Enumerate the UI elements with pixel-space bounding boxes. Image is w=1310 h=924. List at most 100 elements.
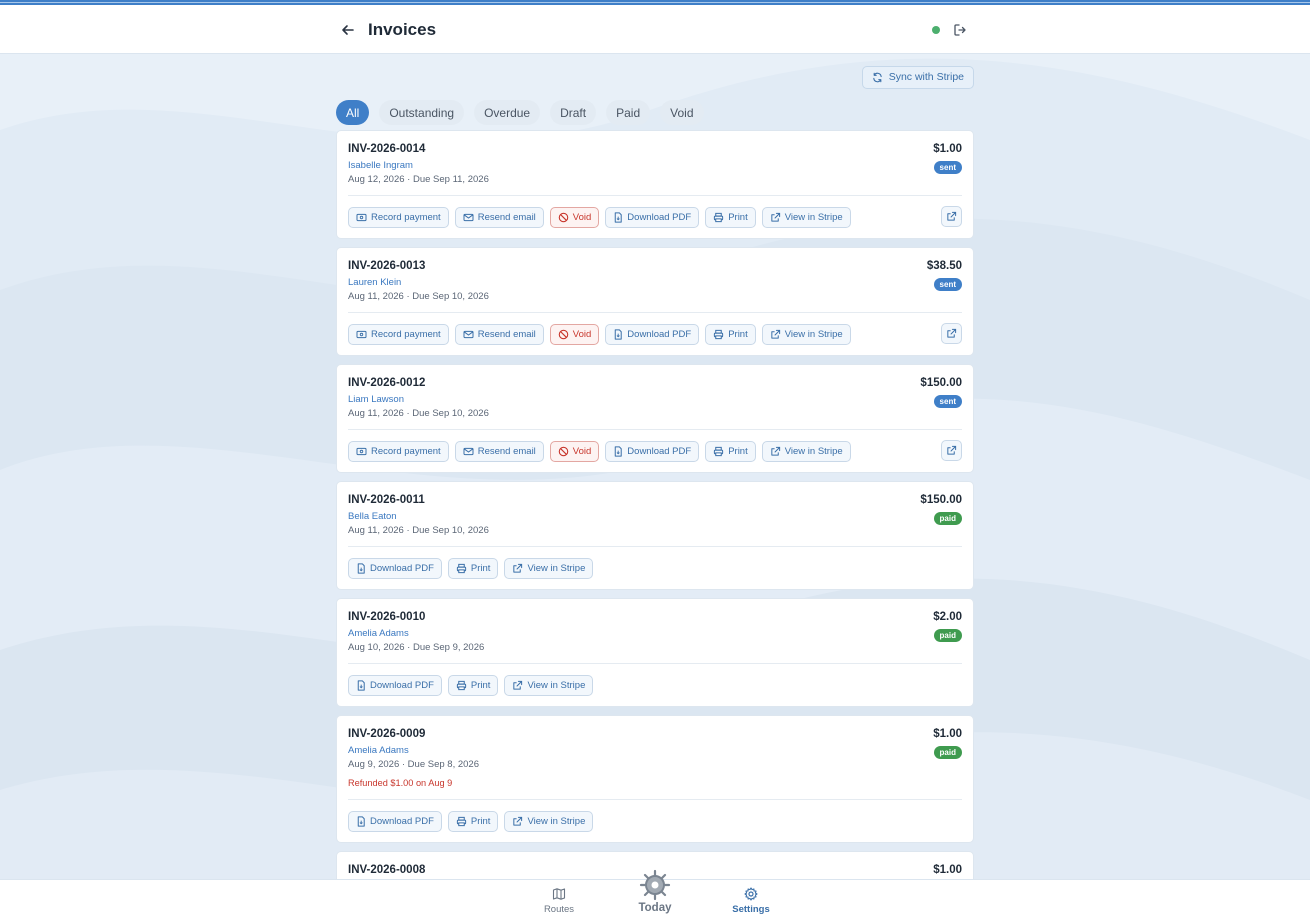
print-label: Print [470, 562, 491, 574]
print-button[interactable]: Print [705, 440, 756, 462]
invoice-actions: Download PDF Print View in Stripe [348, 664, 962, 706]
view-in-stripe-button[interactable]: View in Stripe [761, 440, 851, 462]
invoice-customer[interactable]: Bella Eaton [348, 511, 962, 523]
invoice-card[interactable]: INV-2026-0014 Isabelle Ingram Aug 12, 2026… [336, 130, 974, 239]
printer-icon [713, 329, 724, 340]
status-badge: paid [933, 746, 962, 759]
file-pdf-icon [356, 679, 366, 691]
printer-icon [456, 816, 467, 827]
open-invoice-button[interactable] [941, 323, 962, 344]
view-in-stripe-button[interactable]: View in Stripe [504, 810, 594, 832]
void-button[interactable]: Void [549, 323, 600, 345]
download-pdf-button[interactable]: Download PDF [348, 810, 442, 832]
print-button[interactable]: Print [705, 206, 756, 228]
invoice-customer[interactable]: Isabelle Ingram [348, 160, 962, 172]
card-icon [356, 447, 367, 456]
tab-paid[interactable]: Paid [606, 100, 651, 125]
external-link-icon [512, 563, 523, 574]
view-in-stripe-label: View in Stripe [527, 562, 586, 574]
open-invoice-button[interactable] [941, 206, 962, 227]
tab-void[interactable]: Void [660, 100, 704, 125]
invoice-number: INV-2026-0014 [348, 143, 426, 155]
void-button[interactable]: Void [549, 440, 600, 462]
invoice-actions: Record payment Resend email Void Download P… [348, 196, 962, 238]
nav-routes[interactable]: Routes [541, 887, 577, 915]
download-pdf-button[interactable]: Download PDF [605, 440, 700, 462]
resend-email-label: Resend email [477, 211, 536, 223]
sync-with-stripe-label: Sync with Stripe [888, 71, 964, 83]
view-in-stripe-label: View in Stripe [784, 445, 843, 457]
invoice-actions: Download PDF Print View in Stripe [348, 800, 962, 842]
refresh-icon [873, 72, 882, 82]
file-pdf-icon [613, 211, 623, 223]
nav-settings[interactable]: Settings [731, 887, 771, 915]
file-pdf-icon [613, 328, 623, 340]
invoice-card[interactable]: INV-2026-0013 Lauren Klein Aug 11, 2026 · … [336, 247, 974, 356]
mail-icon [463, 447, 474, 456]
print-button[interactable]: Print [447, 557, 499, 579]
external-link-icon [770, 446, 781, 457]
invoice-amount: $1.00 [933, 728, 962, 740]
mail-icon [463, 213, 474, 222]
print-button[interactable]: Print [447, 674, 499, 696]
print-label: Print [728, 445, 748, 457]
invoice-card[interactable]: INV-2026-0012 Liam Lawson Aug 11, 2026 · D… [336, 364, 974, 473]
invoice-number: INV-2026-0011 [348, 494, 425, 506]
download-pdf-button[interactable]: Download PDF [348, 557, 442, 579]
view-in-stripe-label: View in Stripe [527, 679, 586, 691]
record-payment-button[interactable]: Record payment [348, 440, 449, 462]
ban-icon [558, 212, 569, 223]
invoice-dates: Aug 11, 2026 · Due Sep 10, 2026 [348, 408, 489, 419]
invoice-customer[interactable]: Amelia Adams [348, 745, 962, 757]
view-in-stripe-label: View in Stripe [784, 211, 843, 223]
view-in-stripe-button[interactable]: View in Stripe [761, 323, 851, 345]
void-label: Void [572, 211, 592, 223]
tab-overdue[interactable]: Overdue [474, 100, 541, 125]
resend-email-label: Resend email [477, 445, 536, 457]
resend-email-button[interactable]: Resend email [454, 323, 544, 345]
view-in-stripe-button[interactable]: View in Stripe [504, 674, 594, 696]
print-button[interactable]: Print [447, 810, 499, 832]
status-badge: sent [933, 395, 962, 408]
nav-today-label: Today [638, 902, 672, 914]
download-pdf-button[interactable]: Download PDF [605, 206, 700, 228]
view-in-stripe-button[interactable]: View in Stripe [504, 557, 594, 579]
connection-status-dot [932, 25, 940, 34]
invoice-customer[interactable]: Liam Lawson [348, 394, 962, 406]
invoice-card[interactable]: INV-2026-0009 Amelia Adams Aug 9, 2026 · D… [336, 715, 974, 843]
gear-icon [744, 887, 758, 901]
print-button[interactable]: Print [705, 323, 756, 345]
external-link-icon [770, 212, 781, 223]
external-link-icon [946, 445, 957, 456]
download-pdf-button[interactable]: Download PDF [605, 323, 700, 345]
invoice-actions: Record payment Resend email Void Download P… [348, 430, 962, 472]
resend-email-button[interactable]: Resend email [454, 206, 544, 228]
invoice-customer[interactable]: Amelia Adams [348, 628, 962, 640]
app-header: Invoices [0, 5, 1310, 54]
nav-today[interactable]: Today [628, 868, 682, 914]
resend-email-button[interactable]: Resend email [454, 440, 544, 462]
tab-all[interactable]: All [336, 100, 370, 125]
invoice-card[interactable]: INV-2026-0011 Bella Eaton Aug 11, 2026 · D… [336, 481, 974, 590]
record-payment-button[interactable]: Record payment [348, 323, 449, 345]
open-invoice-button[interactable] [941, 440, 962, 461]
back-button[interactable] [338, 20, 358, 40]
view-in-stripe-button[interactable]: View in Stripe [761, 206, 851, 228]
print-label: Print [470, 679, 491, 691]
invoice-amount: $2.00 [933, 611, 962, 623]
invoice-amount: $150.00 [920, 494, 962, 506]
invoice-customer[interactable]: Lauren Klein [348, 277, 962, 289]
tab-outstanding[interactable]: Outstanding [379, 100, 465, 125]
invoice-dates: Aug 11, 2026 · Due Sep 10, 2026 [348, 291, 489, 302]
invoice-dates: Aug 11, 2026 · Due Sep 10, 2026 [348, 525, 489, 536]
download-pdf-button[interactable]: Download PDF [348, 674, 442, 696]
invoice-card[interactable]: INV-2026-0010 Amelia Adams Aug 10, 2026 · … [336, 598, 974, 707]
tab-draft[interactable]: Draft [550, 100, 597, 125]
record-payment-button[interactable]: Record payment [348, 206, 449, 228]
void-button[interactable]: Void [549, 206, 600, 228]
logout-button[interactable] [952, 22, 968, 38]
invoice-amount: $1.00 [933, 864, 962, 876]
invoices-content: Sync with Stripe All Outstanding Overdue… [336, 54, 974, 919]
sync-with-stripe-button[interactable]: Sync with Stripe [861, 65, 974, 89]
invoice-amount: $38.50 [926, 260, 962, 272]
